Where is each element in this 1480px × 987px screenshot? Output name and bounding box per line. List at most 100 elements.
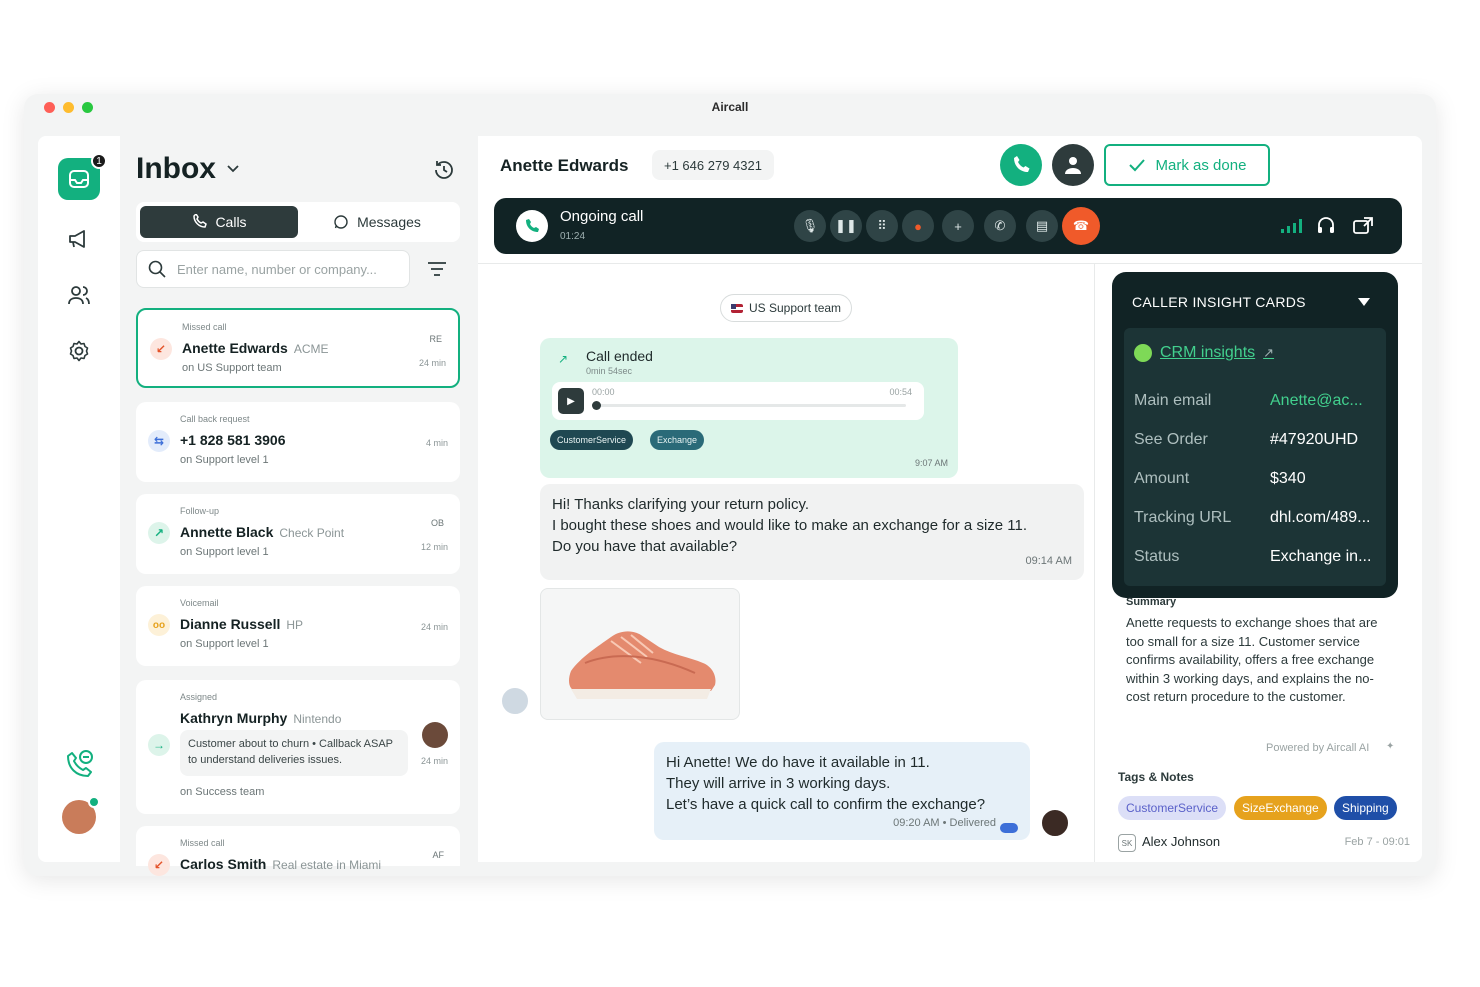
player-track[interactable] bbox=[596, 404, 906, 407]
user-avatar[interactable] bbox=[62, 796, 100, 834]
mark-as-done-label: Mark as done bbox=[1155, 156, 1247, 174]
delivered-icon bbox=[1000, 823, 1018, 833]
powered-by-label: Powered by Aircall AI bbox=[1266, 742, 1370, 754]
incoming-message: Hi! Thanks clarifying your return policy… bbox=[540, 484, 1084, 580]
crm-insights-link[interactable]: CRM insights ↗ bbox=[1134, 344, 1274, 362]
contact-name[interactable]: Anette Edwards bbox=[500, 156, 628, 176]
inbox-item[interactable]: Assigned → Kathryn Murphy Nintendo Custom… bbox=[136, 680, 460, 814]
insight-key: Amount bbox=[1134, 470, 1190, 487]
player-scrubber[interactable] bbox=[592, 401, 601, 410]
item-type: Follow-up bbox=[180, 506, 220, 516]
history-icon[interactable] bbox=[432, 158, 456, 182]
mute-button[interactable]: 🎙 bbox=[794, 210, 826, 242]
mark-as-done-button[interactable]: Mark as done bbox=[1104, 144, 1270, 186]
pop-out-icon[interactable] bbox=[1352, 216, 1374, 236]
notes-button[interactable]: ▤ bbox=[1026, 210, 1058, 242]
us-flag-icon bbox=[731, 303, 743, 313]
item-name: Kathryn Murphy Nintendo bbox=[180, 710, 342, 726]
play-button[interactable]: ▶ bbox=[558, 388, 584, 414]
item-type: Missed call bbox=[182, 322, 227, 332]
call-button[interactable] bbox=[1000, 144, 1042, 186]
call-ended-card: ↗ Call ended 0min 54sec ▶ 00:00 00:54 Cu… bbox=[540, 338, 958, 478]
note-date: Feb 7 - 09:01 bbox=[1344, 836, 1410, 848]
phone-icon bbox=[1014, 156, 1030, 172]
item-name: +1 828 581 3906 bbox=[180, 432, 286, 448]
title-bar: Aircall bbox=[24, 94, 1436, 120]
rail-inbox-button[interactable]: 1 bbox=[58, 153, 107, 200]
note-author: Alex Johnson bbox=[1142, 834, 1221, 849]
inbox-item[interactable]: Missed call ↙ Carlos Smith Real estate in… bbox=[136, 826, 460, 876]
insight-value[interactable]: Anette@ac... bbox=[1270, 392, 1363, 410]
insight-value: $340 bbox=[1270, 470, 1306, 487]
contact-phone[interactable]: +1 646 279 4321 bbox=[652, 150, 774, 180]
maximize-window-button[interactable] bbox=[82, 102, 93, 113]
tag-chip[interactable]: CustomerService bbox=[1118, 796, 1227, 820]
headset-icon[interactable] bbox=[1316, 216, 1336, 236]
customer-avatar bbox=[500, 686, 530, 716]
message-line: Let’s have a quick call to confirm the e… bbox=[666, 796, 986, 813]
microphone-icon: 🎙 bbox=[801, 218, 819, 233]
outgoing-call-icon: ↗ bbox=[558, 352, 569, 366]
callback-request-icon: ⇆ bbox=[148, 430, 170, 452]
online-status-dot bbox=[88, 796, 100, 808]
caret-down-icon[interactable] bbox=[1358, 298, 1370, 306]
transfer-button[interactable]: ✆ bbox=[984, 210, 1016, 242]
item-type: Call back request bbox=[180, 414, 250, 424]
inbox-header[interactable]: Inbox bbox=[136, 152, 240, 186]
inbox-panel: Inbox Calls Messages Enter name, number … bbox=[134, 136, 464, 876]
player-start-time: 00:00 bbox=[592, 387, 615, 397]
call-card-title: Call ended bbox=[586, 348, 653, 364]
hang-up-button[interactable]: ☎ bbox=[1062, 207, 1100, 245]
insight-value: #47920UHD bbox=[1270, 431, 1359, 448]
note-author-initials: SK bbox=[1118, 834, 1136, 852]
keypad-button[interactable]: ⠿ bbox=[866, 210, 898, 242]
message-line: I bought these shoes and would like to m… bbox=[552, 517, 1028, 534]
tab-calls[interactable]: Calls bbox=[140, 206, 298, 238]
call-status: Ongoing call bbox=[560, 208, 644, 225]
sneaker-image bbox=[569, 631, 716, 699]
left-rail: 1 bbox=[38, 136, 120, 862]
minimize-window-button[interactable] bbox=[63, 102, 74, 113]
voicemail-icon: oo bbox=[148, 614, 170, 636]
team-chip: US Support team bbox=[720, 294, 853, 322]
ongoing-call-bar: Ongoing call 01:24 🎙 ❚❚ ⠿ ● + ✆ ▤ ☎ bbox=[494, 198, 1402, 254]
sparkle-icon: ✦ bbox=[1386, 741, 1395, 752]
search-input[interactable]: Enter name, number or company... bbox=[177, 262, 377, 277]
inbox-item[interactable]: Missed call ↙ Anette Edwards ACME on US S… bbox=[136, 308, 460, 388]
agent-avatar bbox=[1040, 808, 1070, 838]
rail-settings-button[interactable] bbox=[58, 330, 100, 372]
search-field[interactable]: Enter name, number or company... bbox=[136, 250, 410, 288]
rail-dialer-button[interactable] bbox=[58, 744, 100, 786]
add-participant-button[interactable]: + bbox=[942, 210, 974, 242]
hold-button[interactable]: ❚❚ bbox=[830, 210, 862, 242]
item-initials: RE bbox=[429, 334, 442, 344]
insight-key: Main email bbox=[1134, 392, 1212, 409]
inbox-item[interactable]: Call back request ⇆ +1 828 581 3906 on S… bbox=[136, 402, 460, 482]
item-name: Carlos Smith Real estate in Miami bbox=[180, 856, 382, 872]
assign-button[interactable] bbox=[1052, 144, 1094, 186]
phone-chat-icon bbox=[67, 750, 93, 777]
message-line: Hi Anette! We do have it available in 11… bbox=[666, 754, 930, 771]
item-name: Dianne Russell HP bbox=[180, 616, 304, 632]
record-button[interactable]: ● bbox=[902, 210, 934, 242]
player-end-time: 00:54 bbox=[889, 387, 912, 397]
tab-messages[interactable]: Messages bbox=[298, 206, 456, 238]
shoe-image[interactable] bbox=[540, 588, 740, 720]
transfer-icon: ✆ bbox=[994, 218, 1006, 233]
tag-chip[interactable]: Shipping bbox=[1334, 796, 1397, 820]
hang-up-icon: ☎ bbox=[1072, 218, 1090, 233]
filter-icon[interactable] bbox=[424, 256, 450, 282]
tag-chip[interactable]: SizeExchange bbox=[1234, 796, 1327, 820]
message-line: They will arrive in 3 working days. bbox=[666, 775, 891, 792]
rail-campaigns-button[interactable] bbox=[58, 218, 100, 260]
record-icon: ● bbox=[914, 218, 922, 234]
inbox-item[interactable]: Voicemail oo Dianne Russell HP on Support… bbox=[136, 586, 460, 666]
inbox-item[interactable]: Follow-up ↗ Annette Black Check Point on … bbox=[136, 494, 460, 574]
rail-contacts-button[interactable] bbox=[58, 274, 100, 316]
recording-player: ▶ 00:00 00:54 bbox=[552, 382, 924, 420]
assignee-avatar bbox=[422, 722, 448, 748]
item-team: on Support level 1 bbox=[180, 638, 269, 650]
pause-icon: ❚❚ bbox=[835, 218, 857, 233]
close-window-button[interactable] bbox=[44, 102, 55, 113]
call-tag: CustomerService bbox=[550, 430, 634, 450]
